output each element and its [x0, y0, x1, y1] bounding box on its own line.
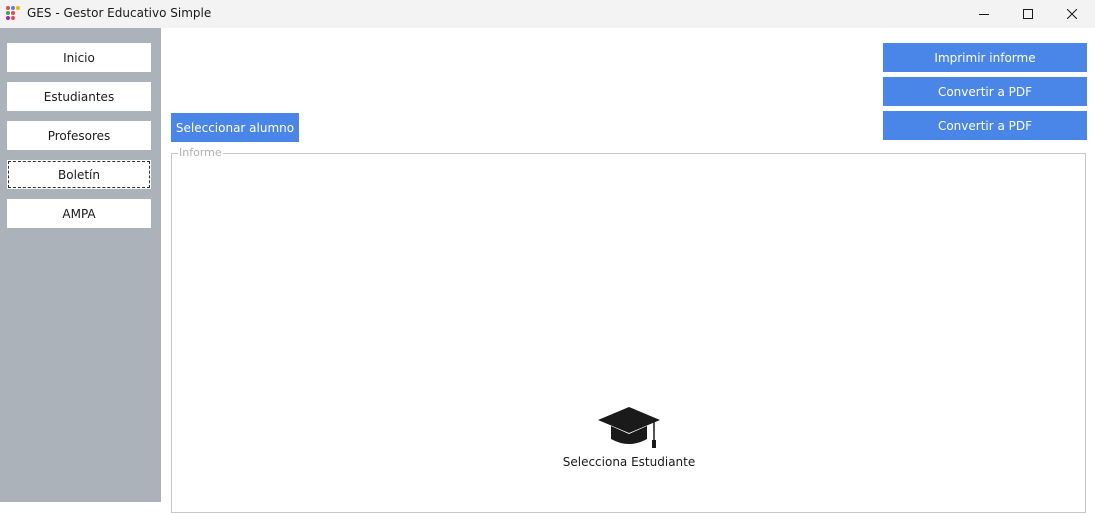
- print-report-button[interactable]: Imprimir informe: [883, 43, 1087, 72]
- maximize-button[interactable]: [1005, 0, 1051, 28]
- minimize-button[interactable]: [961, 0, 1007, 28]
- sidebar-item-profesores[interactable]: Profesores: [7, 121, 151, 150]
- select-student-button[interactable]: Seleccionar alumno: [171, 113, 299, 142]
- close-button[interactable]: [1049, 0, 1095, 28]
- sidebar-item-inicio[interactable]: Inicio: [7, 43, 151, 72]
- close-icon: [1067, 9, 1077, 19]
- window-title: GES - Gestor Educativo Simple: [27, 6, 212, 20]
- empty-state-text: Selecciona Estudiante: [562, 455, 696, 469]
- title-bar: GES - Gestor Educativo Simple: [0, 0, 1095, 28]
- empty-state: Selecciona Estudiante: [560, 405, 698, 469]
- graduation-cap-icon: [598, 407, 660, 448]
- convert-pdf-button-2[interactable]: Convertir a PDF: [883, 111, 1087, 140]
- sidebar: Inicio Estudiantes Profesores Boletín AM…: [0, 28, 161, 502]
- sidebar-item-boletin[interactable]: Boletín: [7, 160, 151, 189]
- minimize-icon: [979, 14, 989, 15]
- ges-logo-icon: [6, 6, 21, 21]
- report-legend: Informe: [178, 146, 223, 159]
- sidebar-item-ampa[interactable]: AMPA: [7, 199, 151, 228]
- sidebar-item-estudiantes[interactable]: Estudiantes: [7, 82, 151, 111]
- maximize-icon: [1023, 9, 1033, 19]
- convert-pdf-button[interactable]: Convertir a PDF: [883, 77, 1087, 106]
